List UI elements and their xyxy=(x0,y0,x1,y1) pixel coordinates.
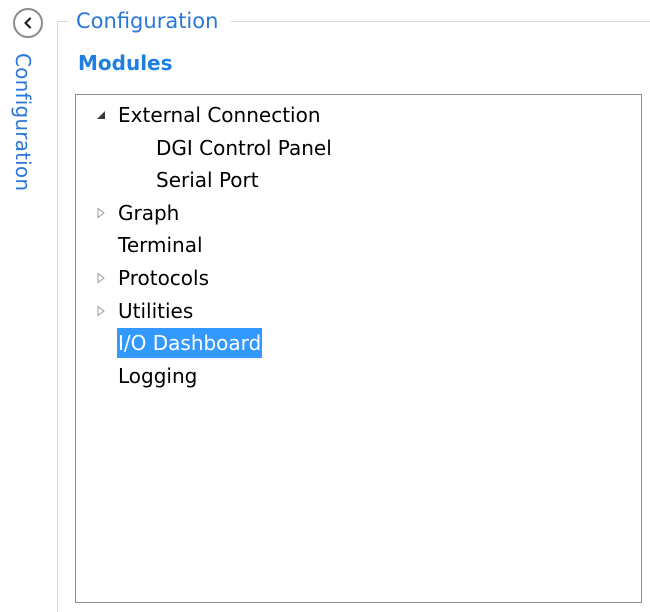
modules-heading: Modules xyxy=(78,51,173,75)
group-border-top xyxy=(231,21,650,22)
tree-item-graph[interactable]: Graph xyxy=(76,198,636,228)
tree-item-label: Utilities xyxy=(118,298,194,323)
tree-item-external-connection[interactable]: External Connection xyxy=(76,100,636,130)
tree-item-i-o-dashboard[interactable]: I/O Dashboard xyxy=(76,328,636,359)
tree-item-dgi-control-panel[interactable]: DGI Control Panel xyxy=(76,133,636,163)
configuration-pane: Configuration Configuration Modules Exte… xyxy=(0,0,650,612)
tree-item-label: Terminal xyxy=(118,233,203,258)
tree-item-label: Serial Port xyxy=(156,168,259,193)
collapse-button[interactable] xyxy=(13,8,43,38)
tree-item-utilities[interactable]: Utilities xyxy=(76,296,636,326)
collapsed-triangle-icon[interactable] xyxy=(94,198,108,228)
tree-item-label: Graph xyxy=(118,200,180,225)
tree-item-protocols[interactable]: Protocols xyxy=(76,263,636,293)
group-title: Configuration xyxy=(74,7,221,35)
expanded-triangle-icon[interactable] xyxy=(94,100,108,130)
tree-item-label: I/O Dashboard xyxy=(117,328,263,359)
group-border-left xyxy=(57,21,58,612)
tree-item-label: DGI Control Panel xyxy=(156,135,332,160)
tree-item-label: Logging xyxy=(118,363,198,388)
tree-item-terminal[interactable]: Terminal xyxy=(76,230,636,260)
tree-item-label: External Connection xyxy=(118,103,321,127)
tree-item-logging[interactable]: Logging xyxy=(76,361,636,391)
chevron-left-icon xyxy=(24,17,32,29)
collapsed-triangle-icon[interactable] xyxy=(94,296,108,326)
sidebar-configuration-label[interactable]: Configuration xyxy=(11,53,35,191)
tree-item-serial-port[interactable]: Serial Port xyxy=(76,165,636,195)
collapsed-triangle-icon[interactable] xyxy=(94,263,108,293)
modules-tree[interactable]: External Connection DGI Control Panel Seri… xyxy=(75,94,642,603)
group-border-top xyxy=(57,21,68,22)
tree-item-label: Protocols xyxy=(118,266,210,290)
